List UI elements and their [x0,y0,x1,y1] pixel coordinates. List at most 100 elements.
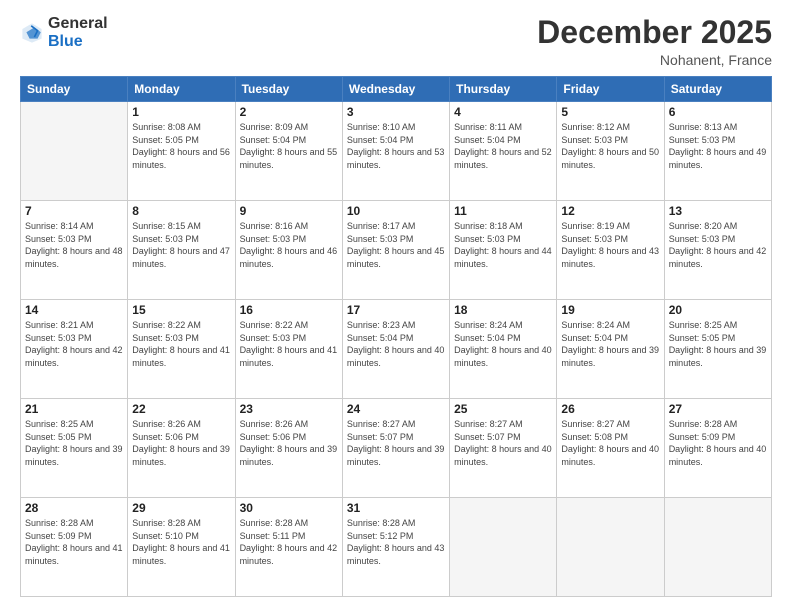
calendar-cell: 19Sunrise: 8:24 AMSunset: 5:04 PMDayligh… [557,300,664,399]
day-info: Sunrise: 8:22 AMSunset: 5:03 PMDaylight:… [132,319,230,369]
day-number: 25 [454,402,552,416]
day-info: Sunrise: 8:11 AMSunset: 5:04 PMDaylight:… [454,121,552,171]
calendar-table: SundayMondayTuesdayWednesdayThursdayFrid… [20,76,772,597]
col-header-saturday: Saturday [664,77,771,102]
day-info: Sunrise: 8:28 AMSunset: 5:09 PMDaylight:… [25,517,123,567]
calendar-cell: 28 Sunrise: 8:28 AMSunset: 5:09 PMDayligh… [21,498,128,597]
calendar-cell: 21Sunrise: 8:25 AMSunset: 5:05 PMDayligh… [21,399,128,498]
calendar-cell: 30 Sunrise: 8:28 AMSunset: 5:11 PMDayligh… [235,498,342,597]
title-block: December 2025 Nohanent, France [537,15,772,68]
day-number: 7 [25,204,123,218]
day-info: Sunrise: 8:24 AMSunset: 5:04 PMDaylight:… [454,319,552,369]
calendar-cell: 14 Sunrise: 8:21 AMSunset: 5:03 PMDayligh… [21,300,128,399]
calendar-cell: 5 Sunrise: 8:12 AMSunset: 5:03 PMDaylight… [557,102,664,201]
calendar-cell: 9Sunrise: 8:16 AMSunset: 5:03 PMDaylight… [235,201,342,300]
day-info: Sunrise: 8:21 AMSunset: 5:03 PMDaylight:… [25,319,123,369]
col-header-wednesday: Wednesday [342,77,449,102]
day-number: 24 [347,402,445,416]
day-number: 23 [240,402,338,416]
calendar-cell: 12 Sunrise: 8:19 AMSunset: 5:03 PMDayligh… [557,201,664,300]
day-number: 19 [561,303,659,317]
day-number: 1 [132,105,230,119]
day-number: 16 [240,303,338,317]
day-number: 3 [347,105,445,119]
calendar-cell: 16 Sunrise: 8:22 AMSunset: 5:03 PMDayligh… [235,300,342,399]
col-header-tuesday: Tuesday [235,77,342,102]
logo: General Blue [20,15,108,50]
calendar-cell: 6 Sunrise: 8:13 AMSunset: 5:03 PMDaylight… [664,102,771,201]
day-number: 22 [132,402,230,416]
day-number: 8 [132,204,230,218]
day-number: 21 [25,402,123,416]
day-info: Sunrise: 8:26 AMSunset: 5:06 PMDaylight:… [240,418,338,468]
day-number: 18 [454,303,552,317]
day-info: Sunrise: 8:17 AMSunset: 5:03 PMDaylight:… [347,220,445,270]
day-number: 11 [454,204,552,218]
day-number: 30 [240,501,338,515]
calendar-cell [557,498,664,597]
calendar-cell: 17Sunrise: 8:23 AMSunset: 5:04 PMDayligh… [342,300,449,399]
day-info: Sunrise: 8:15 AMSunset: 5:03 PMDaylight:… [132,220,230,270]
calendar-cell [664,498,771,597]
day-info: Sunrise: 8:27 AMSunset: 5:07 PMDaylight:… [454,418,552,468]
calendar-cell: 1Sunrise: 8:08 AMSunset: 5:05 PMDaylight… [128,102,235,201]
day-number: 31 [347,501,445,515]
calendar-cell: 29Sunrise: 8:28 AMSunset: 5:10 PMDayligh… [128,498,235,597]
day-info: Sunrise: 8:09 AMSunset: 5:04 PMDaylight:… [240,121,338,171]
calendar-cell: 7 Sunrise: 8:14 AMSunset: 5:03 PMDaylight… [21,201,128,300]
day-number: 9 [240,204,338,218]
day-info: Sunrise: 8:20 AMSunset: 5:03 PMDaylight:… [669,220,767,270]
month-title: December 2025 [537,15,772,50]
day-info: Sunrise: 8:25 AMSunset: 5:05 PMDaylight:… [669,319,767,369]
location: Nohanent, France [537,52,772,68]
day-number: 15 [132,303,230,317]
calendar-cell [21,102,128,201]
calendar-cell: 23 Sunrise: 8:26 AMSunset: 5:06 PMDayligh… [235,399,342,498]
day-info: Sunrise: 8:23 AMSunset: 5:04 PMDaylight:… [347,319,445,369]
col-header-friday: Friday [557,77,664,102]
day-info: Sunrise: 8:19 AMSunset: 5:03 PMDaylight:… [561,220,659,270]
day-info: Sunrise: 8:28 AMSunset: 5:09 PMDaylight:… [669,418,767,468]
calendar-cell [450,498,557,597]
calendar-cell: 31 Sunrise: 8:28 AMSunset: 5:12 PMDayligh… [342,498,449,597]
calendar-cell: 3 Sunrise: 8:10 AMSunset: 5:04 PMDaylight… [342,102,449,201]
page: General Blue December 2025 Nohanent, Fra… [0,0,792,612]
day-number: 10 [347,204,445,218]
calendar-cell: 2 Sunrise: 8:09 AMSunset: 5:04 PMDaylight… [235,102,342,201]
day-info: Sunrise: 8:12 AMSunset: 5:03 PMDaylight:… [561,121,659,171]
day-number: 27 [669,402,767,416]
logo-blue: Blue [48,33,83,50]
day-number: 12 [561,204,659,218]
calendar-cell: 13 Sunrise: 8:20 AMSunset: 5:03 PMDayligh… [664,201,771,300]
calendar-cell: 25 Sunrise: 8:27 AMSunset: 5:07 PMDayligh… [450,399,557,498]
day-info: Sunrise: 8:14 AMSunset: 5:03 PMDaylight:… [25,220,123,270]
calendar-cell: 18 Sunrise: 8:24 AMSunset: 5:04 PMDayligh… [450,300,557,399]
day-info: Sunrise: 8:28 AMSunset: 5:10 PMDaylight:… [132,517,230,567]
calendar-cell: 4 Sunrise: 8:11 AMSunset: 5:04 PMDaylight… [450,102,557,201]
day-info: Sunrise: 8:28 AMSunset: 5:12 PMDaylight:… [347,517,445,567]
day-info: Sunrise: 8:18 AMSunset: 5:03 PMDaylight:… [454,220,552,270]
calendar-cell: 20Sunrise: 8:25 AMSunset: 5:05 PMDayligh… [664,300,771,399]
col-header-sunday: Sunday [21,77,128,102]
logo-icon [20,21,44,45]
day-number: 6 [669,105,767,119]
calendar-cell: 10 Sunrise: 8:17 AMSunset: 5:03 PMDayligh… [342,201,449,300]
col-header-monday: Monday [128,77,235,102]
logo-text: General Blue [48,15,108,50]
header: General Blue December 2025 Nohanent, Fra… [20,15,772,68]
day-number: 5 [561,105,659,119]
day-info: Sunrise: 8:10 AMSunset: 5:04 PMDaylight:… [347,121,445,171]
day-number: 4 [454,105,552,119]
day-info: Sunrise: 8:26 AMSunset: 5:06 PMDaylight:… [132,418,230,468]
day-number: 28 [25,501,123,515]
col-header-thursday: Thursday [450,77,557,102]
day-number: 2 [240,105,338,119]
day-number: 13 [669,204,767,218]
day-info: Sunrise: 8:27 AMSunset: 5:08 PMDaylight:… [561,418,659,468]
day-info: Sunrise: 8:28 AMSunset: 5:11 PMDaylight:… [240,517,338,567]
day-info: Sunrise: 8:13 AMSunset: 5:03 PMDaylight:… [669,121,767,171]
calendar-cell: 15 Sunrise: 8:22 AMSunset: 5:03 PMDayligh… [128,300,235,399]
day-number: 14 [25,303,123,317]
day-info: Sunrise: 8:22 AMSunset: 5:03 PMDaylight:… [240,319,338,369]
calendar-cell: 8 Sunrise: 8:15 AMSunset: 5:03 PMDaylight… [128,201,235,300]
